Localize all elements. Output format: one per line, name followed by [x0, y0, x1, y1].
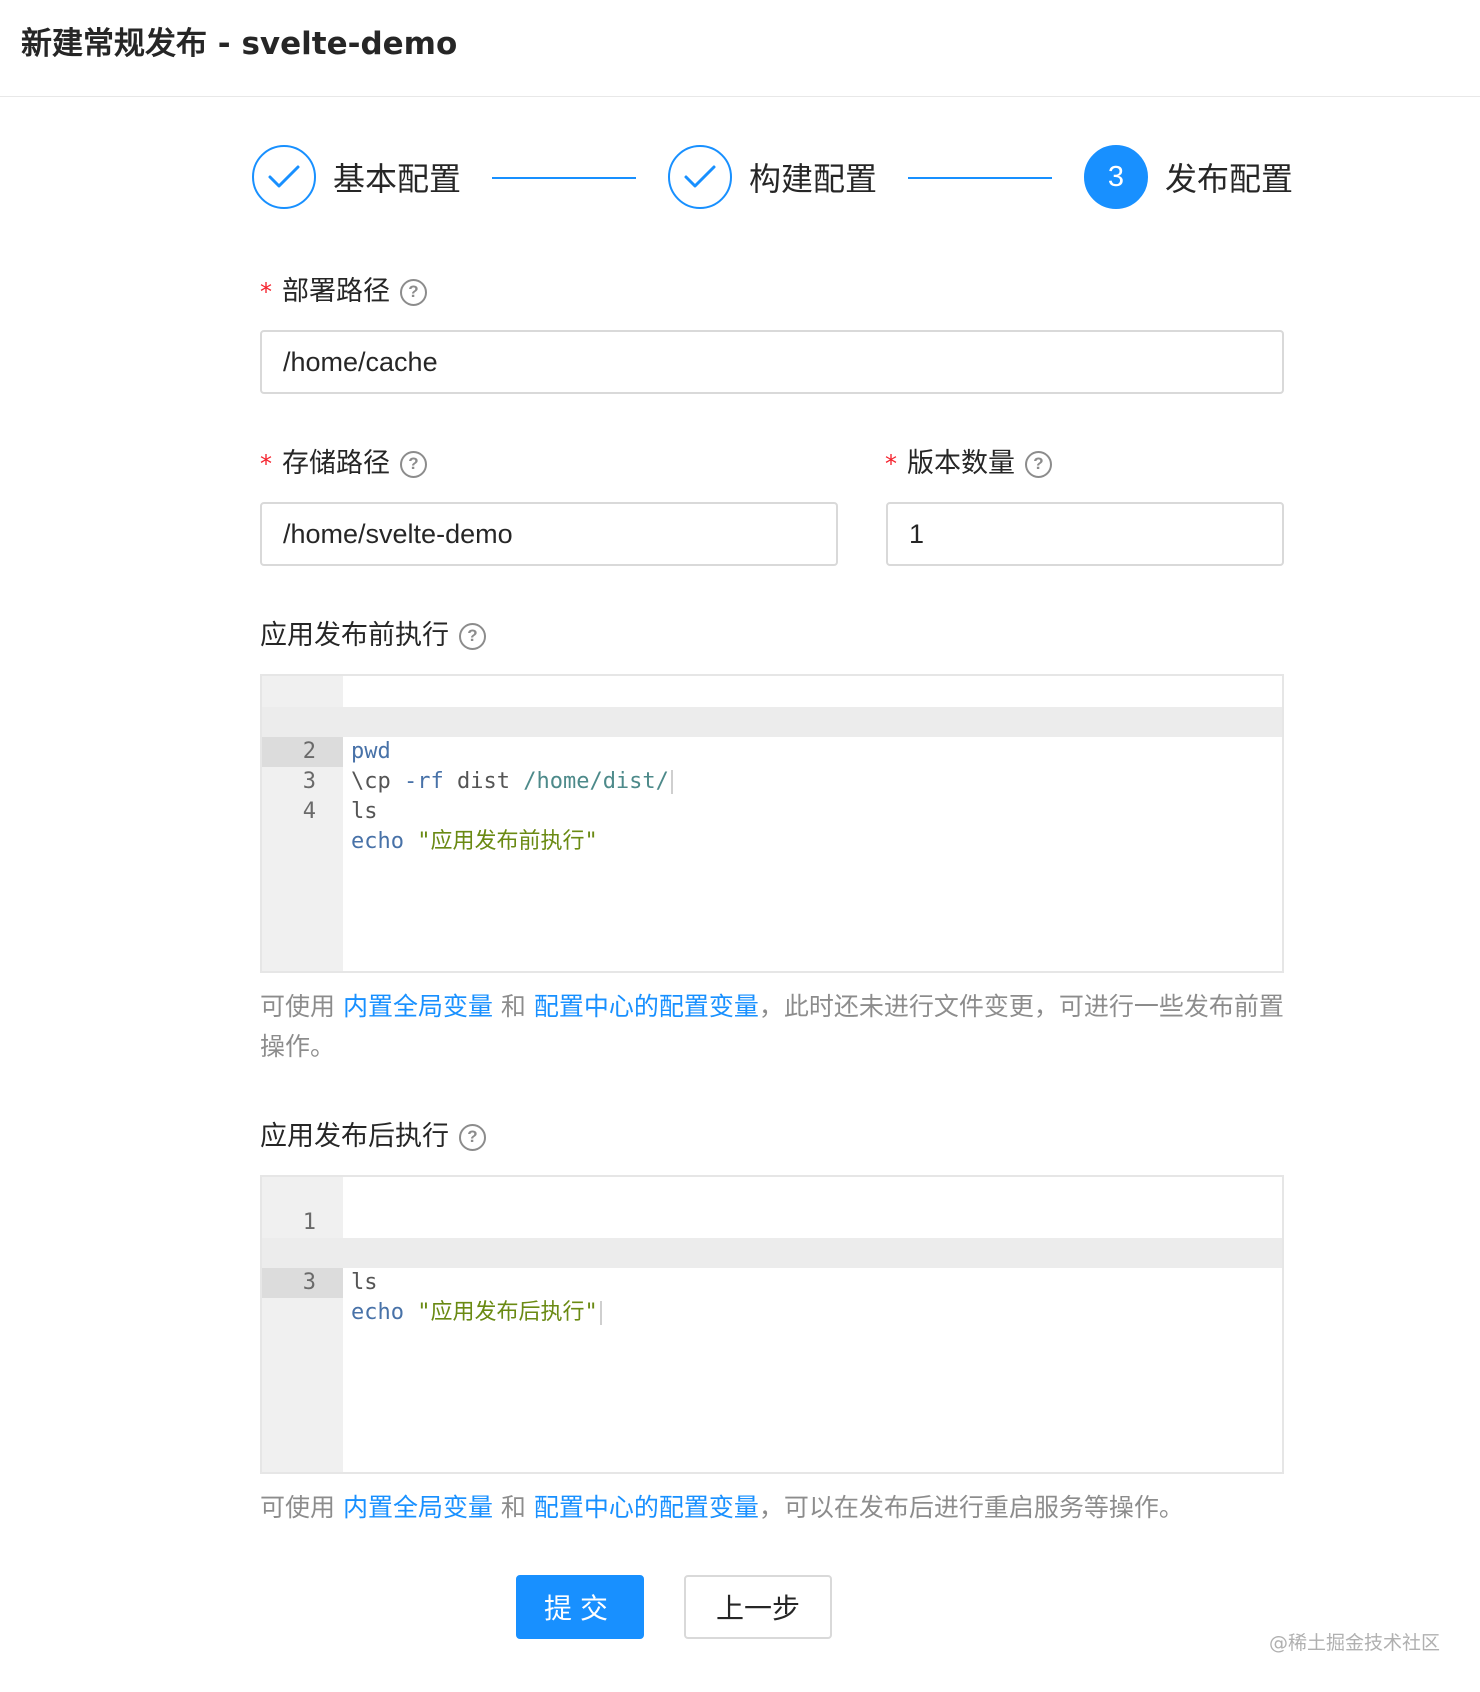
code-token: ls	[351, 799, 378, 824]
post-deploy-help-text: 可使用 内置全局变量 和 配置中心的配置变量，可以在发布后进行重启服务等操作。	[260, 1488, 1284, 1528]
step-number-icon: 3	[1084, 145, 1148, 209]
config-center-variables-link[interactable]: 配置中心的配置变量	[534, 992, 759, 1021]
checkmark-icon	[252, 145, 316, 209]
pre-deploy-help-text: 可使用 内置全局变量 和 配置中心的配置变量，此时还未进行文件变更，可进行一些发…	[260, 987, 1284, 1067]
question-circle-icon[interactable]: ?	[400, 450, 427, 478]
question-circle-icon[interactable]: ?	[400, 278, 427, 306]
step-basic-config: 基本配置	[252, 145, 461, 209]
post-deploy-label: 应用发布后执行 ?	[260, 1118, 486, 1156]
step-connector	[492, 177, 636, 179]
checkmark-icon	[668, 145, 732, 209]
help-text: ，可以在发布后进行重启服务等操作。	[758, 1493, 1184, 1522]
step-title: 发布配置	[1165, 160, 1294, 198]
version-count-label: * 版本数量 ?	[885, 445, 1052, 483]
label-text: 部署路径	[282, 276, 390, 307]
required-mark: *	[885, 450, 897, 478]
deploy-path-input[interactable]: /home/cache	[260, 330, 1284, 394]
help-text: 和	[492, 1493, 534, 1522]
code-line-active: 2 \cp -rf dist /home/dist/	[262, 707, 1282, 794]
code-token: echo	[351, 1300, 404, 1325]
deploy-path-label: * 部署路径 ?	[260, 273, 427, 311]
code-line: 1 pwd	[262, 677, 1282, 764]
help-text: 可使用	[260, 992, 343, 1021]
step-deploy-config: 3 发布配置	[1084, 145, 1293, 209]
code-line: 3 ls	[262, 737, 1282, 824]
code-line: 4 echo "应用发布前执行"	[262, 767, 1282, 854]
code-line: 2 ls	[262, 1208, 1282, 1295]
code-token: "应用发布后执行"	[403, 1300, 598, 1325]
builtin-variables-link[interactable]: 内置全局变量	[343, 1493, 493, 1522]
previous-step-button[interactable]: 上一步	[684, 1575, 832, 1639]
page-title: 新建常规发布 - svelte-demo	[21, 26, 458, 62]
required-mark: *	[260, 278, 272, 306]
input-value: /home/svelte-demo	[283, 518, 513, 549]
question-circle-icon[interactable]: ?	[1025, 450, 1052, 478]
code-token: ls	[351, 1270, 378, 1295]
label-text: 存储路径	[282, 448, 390, 479]
post-deploy-code-editor[interactable]: 1 pwd 2 ls 3 echo "应用发布后执行"	[260, 1175, 1284, 1474]
builtin-variables-link[interactable]: 内置全局变量	[343, 992, 493, 1021]
required-mark: *	[260, 450, 272, 478]
storage-path-label: * 存储路径 ?	[260, 445, 427, 483]
step-build-config: 构建配置	[668, 145, 877, 209]
help-text: 和	[492, 992, 534, 1021]
pre-deploy-code-editor[interactable]: 1 pwd 2 \cp -rf dist /home/dist/ 3 ls 4 …	[260, 674, 1284, 973]
storage-path-input[interactable]: /home/svelte-demo	[260, 502, 838, 566]
help-text: 可使用	[260, 1493, 343, 1522]
line-number: 4	[302, 799, 316, 824]
label-text: 应用发布前执行	[260, 620, 449, 651]
text-cursor	[599, 1301, 602, 1325]
watermark: @稀土掘金技术社区	[1268, 1632, 1440, 1654]
code-token: echo	[351, 829, 404, 854]
label-text: 应用发布后执行	[260, 1121, 449, 1152]
step-connector	[908, 177, 1052, 179]
question-circle-icon[interactable]: ?	[459, 1123, 486, 1151]
input-value: 1	[909, 518, 925, 549]
question-circle-icon[interactable]: ?	[459, 622, 486, 650]
input-value: /home/cache	[283, 346, 438, 377]
step-title: 构建配置	[749, 160, 878, 198]
submit-button[interactable]: 提交	[516, 1575, 644, 1639]
config-center-variables-link[interactable]: 配置中心的配置变量	[534, 1493, 759, 1522]
code-line-active: 3 echo "应用发布后执行"	[262, 1238, 1282, 1325]
page-header: 新建常规发布 - svelte-demo	[0, 0, 1480, 97]
version-count-input[interactable]: 1	[886, 502, 1284, 566]
pre-deploy-label: 应用发布前执行 ?	[260, 617, 486, 655]
code-token: "应用发布前执行"	[403, 829, 598, 854]
step-title: 基本配置	[333, 160, 462, 198]
line-number: 3	[262, 1268, 343, 1298]
label-text: 版本数量	[907, 448, 1015, 479]
code-line: 1 pwd	[262, 1178, 1282, 1265]
